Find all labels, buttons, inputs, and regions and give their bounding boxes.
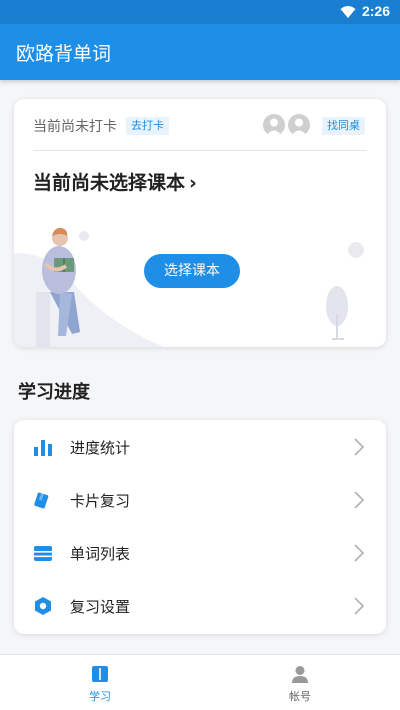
user-icon [292, 666, 308, 683]
nav-tab-account[interactable]: 帐号 [200, 655, 400, 710]
app-title: 欧路背单词 [16, 43, 112, 65]
bottom-nav: 学习 帐号 [0, 654, 400, 710]
user-avatar-icon [266, 118, 282, 136]
status-time: 2:26 [361, 3, 390, 19]
list-icon [34, 546, 52, 561]
nav-tab-study[interactable]: 学习 [0, 655, 200, 710]
menu-item-card-review[interactable]: 卡片复习 [14, 474, 386, 526]
nav-label: 学习 [89, 690, 111, 703]
menu-item-label: 复习设置 [70, 598, 131, 616]
nav-label: 帐号 [289, 690, 311, 703]
checkin-status: 当前尚未打卡 [33, 119, 117, 135]
menu-item-label: 卡片复习 [70, 492, 131, 510]
menu-item-review-settings[interactable]: 复习设置 [14, 580, 386, 632]
partner-avatar[interactable] [263, 114, 285, 136]
book-icon [92, 666, 108, 682]
card-divider [33, 150, 367, 151]
partner-avatar[interactable] [288, 114, 310, 136]
status-bar: 2:26 [0, 0, 400, 24]
user-avatar-icon [291, 118, 307, 136]
menu-item-label: 单词列表 [70, 545, 131, 563]
find-partner-button[interactable]: 找同桌 [322, 117, 365, 135]
select-course-button[interactable]: 选择课本 [144, 254, 240, 288]
cards-icon [34, 492, 49, 509]
app-bar: 欧路背单词 [0, 24, 400, 80]
chevron-right-icon [354, 544, 364, 562]
checkin-button[interactable]: 去打卡 [126, 117, 169, 135]
course-card: 当前尚未打卡 去打卡 找同桌 当前尚未选择课本 › 选择课本 [14, 99, 386, 347]
course-title: 当前尚未选择课本 [33, 172, 186, 194]
hexagon-settings-icon [35, 597, 51, 615]
chevron-right-icon [354, 438, 364, 456]
menu-item-label: 进度统计 [70, 439, 131, 457]
menu-item-word-list[interactable]: 单词列表 [14, 527, 386, 579]
chevron-right-icon: › [189, 172, 197, 194]
bar-chart-icon [34, 440, 52, 456]
wifi-icon [340, 6, 356, 18]
course-title-link[interactable]: 当前尚未选择课本 › [33, 168, 197, 195]
chevron-right-icon [354, 491, 364, 509]
menu-item-progress-stats[interactable]: 进度统计 [14, 421, 386, 473]
progress-menu: 进度统计 卡片复习 单词列表 复习设置 [14, 420, 386, 634]
progress-section-title: 学习进度 [18, 382, 90, 403]
chevron-right-icon [354, 597, 364, 615]
